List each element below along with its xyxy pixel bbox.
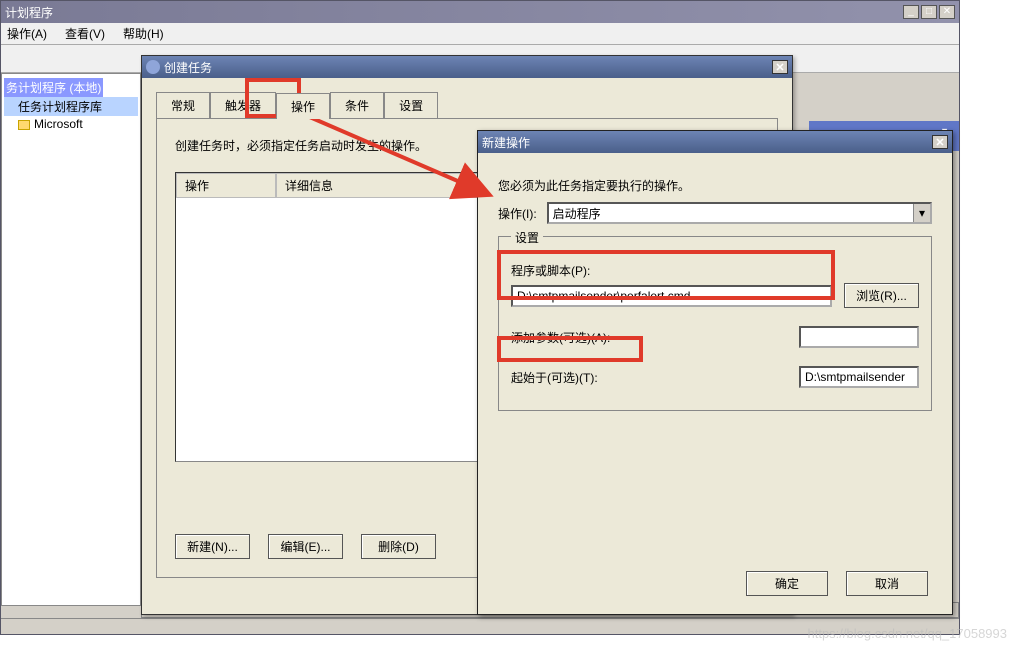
cancel-button[interactable]: 取消 [846,571,928,596]
edit-button[interactable]: 编辑(E)... [268,534,343,559]
delete-button[interactable]: 删除(D) [361,534,436,559]
program-label: 程序或脚本(P): [511,262,919,279]
create-task-title: 创建任务 [164,59,772,76]
tree-library[interactable]: 任务计划程序库 [4,97,138,116]
tree-microsoft[interactable]: Microsoft [4,116,138,132]
settings-fieldset: 设置 程序或脚本(P): D:\smtpmailsender\perfalert… [498,236,932,411]
new-action-hint: 您必须为此任务指定要执行的操作。 [498,177,932,194]
tab-triggers[interactable]: 触发器 [210,92,276,118]
args-input[interactable] [799,326,919,348]
create-task-titlebar[interactable]: 创建任务 ✕ [142,56,792,78]
tab-settings[interactable]: 设置 [384,92,438,118]
minimize-icon[interactable]: _ [903,5,919,19]
ok-button[interactable]: 确定 [746,571,828,596]
action-select[interactable]: 启动程序 ▾ [547,202,932,224]
close-icon[interactable]: ✕ [932,135,948,149]
startin-input[interactable]: D:\smtpmailsender [799,366,919,388]
menu-view[interactable]: 查看(V) [65,25,105,42]
tab-conditions[interactable]: 条件 [330,92,384,118]
settings-legend: 设置 [511,229,543,246]
action-select-value: 启动程序 [553,205,601,222]
startin-label: 起始于(可选)(T): [511,369,661,386]
dialog-icon [146,60,160,74]
program-input[interactable]: D:\smtpmailsender\perfalert.cmd [511,285,832,307]
browse-button[interactable]: 浏览(R)... [844,283,919,308]
menu-bar: 操作(A) 查看(V) 帮助(H) [1,23,959,45]
maximize-icon[interactable]: □ [921,5,937,19]
new-button[interactable]: 新建(N)... [175,534,250,559]
folder-icon [18,120,30,130]
tree-root[interactable]: 务计划程序 (本地) [4,78,103,97]
tab-general[interactable]: 常规 [156,92,210,118]
action-label: 操作(I): [498,205,537,222]
main-title-text: 计划程序 [5,4,903,21]
args-label: 添加参数(可选)(A): [511,329,661,346]
close-icon[interactable]: ✕ [772,60,788,74]
new-action-titlebar[interactable]: 新建操作 ✕ [478,131,952,153]
main-titlebar[interactable]: 计划程序 _ □ ✕ [1,1,959,23]
close-icon[interactable]: ✕ [939,5,955,19]
menu-help[interactable]: 帮助(H) [123,25,164,42]
chevron-down-icon[interactable]: ▾ [913,204,930,222]
menu-operation[interactable]: 操作(A) [7,25,47,42]
tab-actions[interactable]: 操作 [276,93,330,119]
tree-pane[interactable]: 务计划程序 (本地) 任务计划程序库 Microsoft [1,73,141,606]
new-action-title: 新建操作 [482,134,932,151]
tab-strip: 常规 触发器 操作 条件 设置 [156,92,792,118]
new-action-dialog: 新建操作 ✕ 您必须为此任务指定要执行的操作。 操作(I): 启动程序 ▾ 设置… [477,130,953,615]
tree-microsoft-label: Microsoft [34,117,83,131]
watermark: https://blog.csdn.net/qq_17058993 [808,626,1008,641]
col-action[interactable]: 操作 [176,173,276,198]
